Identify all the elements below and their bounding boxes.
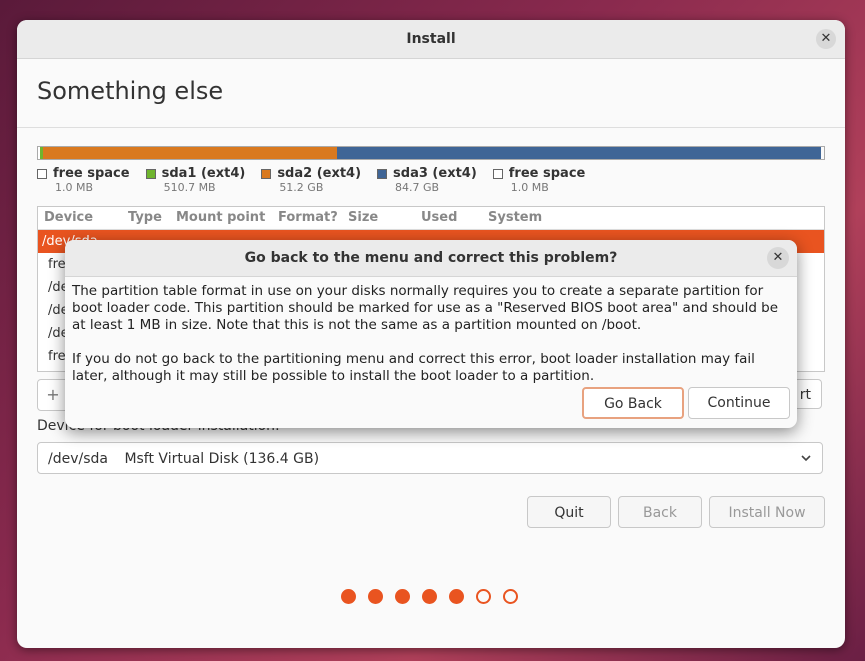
legend-size: 84.7 GB: [395, 181, 440, 194]
error-dialog: Go back to the menu and correct this pro…: [65, 240, 797, 428]
window-close-icon[interactable]: ✕: [816, 29, 836, 49]
legend-item: sda3 (ext4) 84.7 GB: [377, 166, 477, 194]
partition-bar: [37, 146, 825, 160]
dialog-titlebar: Go back to the menu and correct this pro…: [65, 240, 797, 277]
legend-item: free space 1.0 MB: [492, 166, 586, 194]
dialog-close-icon[interactable]: ✕: [767, 247, 789, 269]
page-header: Something else: [17, 59, 845, 128]
legend-swatch: [492, 168, 503, 179]
legend-label: free space: [53, 166, 130, 181]
window-title: Install: [406, 31, 456, 47]
legend-size: 51.2 GB: [279, 181, 324, 194]
dialog-message: The partition table format in use on you…: [72, 283, 794, 402]
dialog-message-paragraph: If you do not go back to the partitionin…: [72, 351, 755, 384]
progress-dot: [422, 589, 437, 604]
partition-legend: free space 1.0 MB sda1 (ext4) 510.7 MB sda2 …: [37, 166, 585, 194]
progress-dot: [476, 589, 491, 604]
window-titlebar: Install ✕: [17, 20, 845, 59]
col-system[interactable]: System: [482, 207, 542, 229]
legend-label: sda3 (ext4): [393, 166, 477, 181]
boot-device: /dev/sda: [48, 451, 108, 467]
legend-swatch: [261, 168, 272, 179]
col-mount-point[interactable]: Mount point: [170, 207, 272, 229]
partition-bar-segment: [43, 147, 338, 159]
legend-swatch: [37, 168, 47, 179]
legend-size: 510.7 MB: [163, 181, 216, 194]
col-type[interactable]: Type: [122, 207, 170, 229]
dialog-title: Go back to the menu and correct this pro…: [244, 250, 618, 266]
legend-item: sda1 (ext4) 510.7 MB: [145, 166, 246, 194]
progress-dot: [395, 589, 410, 604]
boot-device-description: Msft Virtual Disk (136.4 GB): [124, 451, 320, 467]
progress-dots: [341, 589, 518, 604]
progress-dot: [368, 589, 383, 604]
chevron-down-icon: [800, 443, 812, 487]
legend-size: 1.0 MB: [510, 181, 549, 194]
go-back-button[interactable]: Go Back: [582, 387, 684, 419]
legend-label: sda2 (ext4): [277, 166, 362, 181]
continue-button[interactable]: Continue: [688, 387, 790, 419]
legend-label: free space: [508, 166, 586, 181]
legend-swatch: [377, 168, 388, 179]
page-title: Something else: [37, 77, 224, 105]
col-format[interactable]: Format?: [272, 207, 342, 229]
legend-item: free space 1.0 MB: [37, 166, 130, 194]
install-now-button[interactable]: Install Now: [709, 496, 825, 528]
legend-size: 1.0 MB: [55, 181, 94, 194]
legend-swatch: [145, 168, 156, 179]
quit-button[interactable]: Quit: [527, 496, 611, 528]
boot-loader-select[interactable]: /dev/sda Msft Virtual Disk (136.4 GB): [37, 442, 823, 474]
col-device[interactable]: Device: [38, 207, 122, 229]
table-header: Device Type Mount point Format? Size Use…: [38, 207, 824, 230]
legend-label: sda1 (ext4): [161, 166, 246, 181]
dialog-message-paragraph: The partition table format in use on you…: [72, 283, 779, 333]
legend-item: sda2 (ext4) 51.2 GB: [261, 166, 361, 194]
back-button[interactable]: Back: [618, 496, 702, 528]
progress-dot: [341, 589, 356, 604]
col-used[interactable]: Used: [415, 207, 482, 229]
progress-dot: [503, 589, 518, 604]
progress-dot: [449, 589, 464, 604]
col-size[interactable]: Size: [342, 207, 415, 229]
partition-bar-segment: [337, 147, 821, 159]
